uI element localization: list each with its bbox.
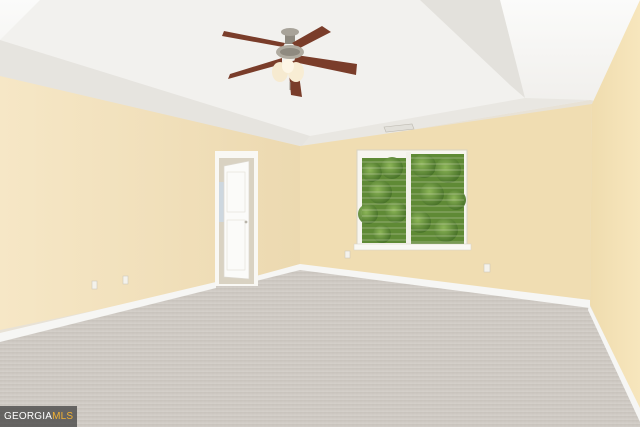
window-sill <box>353 243 472 251</box>
watermark-suffix: MLS <box>52 411 74 422</box>
outlet <box>122 275 129 285</box>
outlet <box>91 280 98 290</box>
outlet <box>483 263 491 273</box>
room-illustration <box>0 0 640 427</box>
watermark-brand: GEORGIA <box>4 411 53 422</box>
mls-watermark: GEORGIAMLS <box>0 406 78 427</box>
door-knob <box>244 220 248 224</box>
outlet <box>344 250 351 259</box>
window-mullion <box>406 152 411 246</box>
room-photo: GEORGIAMLS <box>0 0 640 427</box>
